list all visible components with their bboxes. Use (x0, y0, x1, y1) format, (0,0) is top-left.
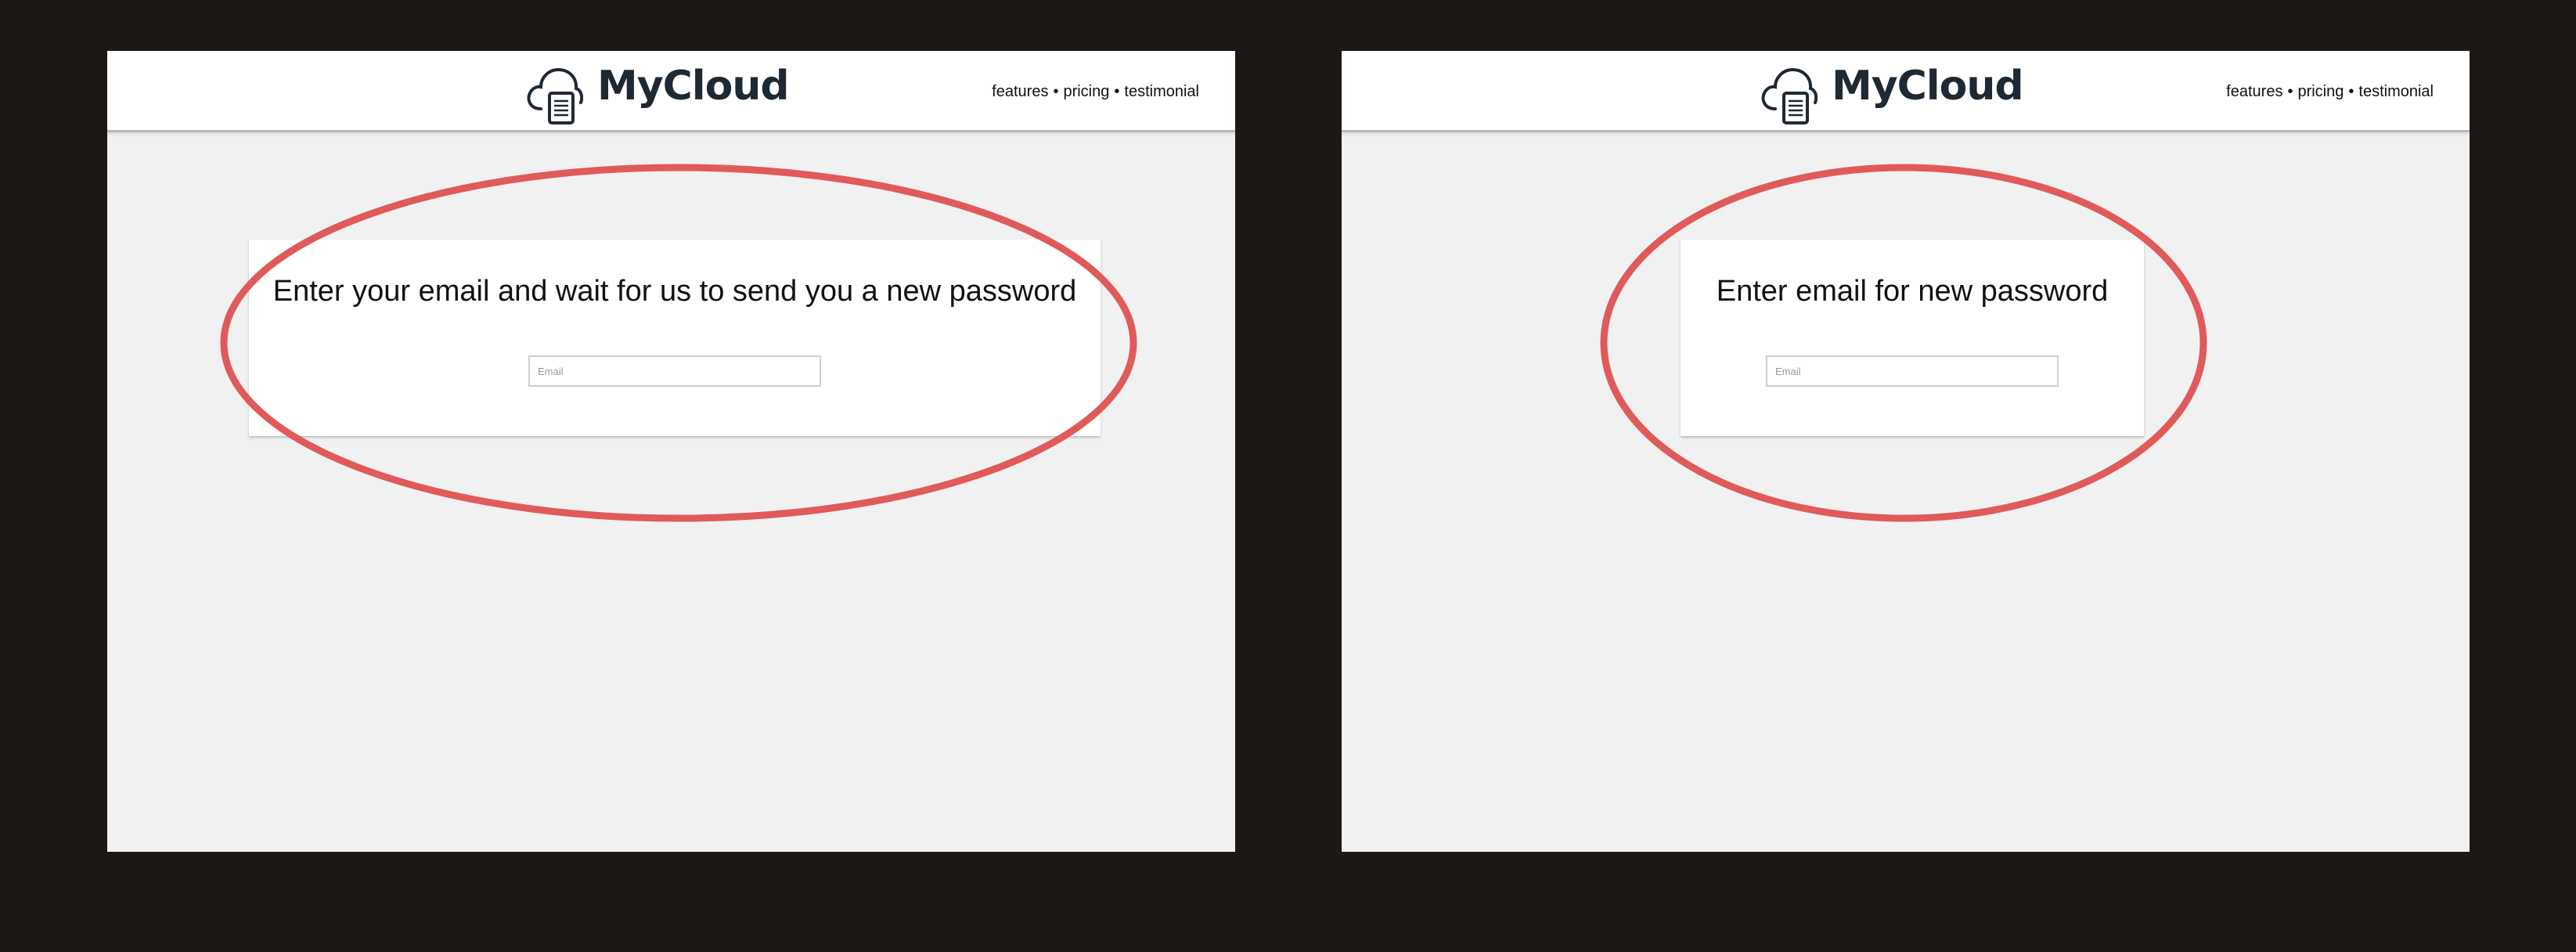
nav-link-testimonial[interactable]: testimonial (1124, 83, 1199, 101)
brand-name: MyCloud (597, 63, 790, 110)
reset-password-card: Enter your email and wait for us to send… (249, 240, 1101, 436)
nav-separator: • (1114, 83, 1120, 100)
site-header: MyCloud features • pricing • testimonial (1342, 51, 2470, 132)
nav-link-features[interactable]: features (992, 83, 1048, 101)
cloud-document-icon (527, 67, 583, 124)
email-input[interactable] (528, 355, 821, 387)
top-nav: features • pricing • testimonial (2226, 83, 2434, 101)
screen-left: MyCloud features • pricing • testimonial Ent… (107, 51, 1235, 852)
email-input[interactable] (1766, 355, 2059, 387)
reset-password-card: Enter email for new password (1681, 240, 2144, 436)
nav-separator: • (2287, 83, 2293, 100)
cloud-document-icon (1761, 67, 1818, 124)
screen-right: MyCloud features • pricing • testimonial Ent… (1342, 51, 2470, 852)
logo[interactable]: MyCloud (525, 63, 790, 124)
nav-link-features[interactable]: features (2226, 83, 2282, 101)
nav-link-testimonial[interactable]: testimonial (2358, 83, 2434, 101)
logo[interactable]: MyCloud (1760, 63, 2024, 124)
nav-link-pricing[interactable]: pricing (1063, 83, 1109, 101)
top-nav: features • pricing • testimonial (992, 83, 1199, 101)
card-title: Enter email for new password (1716, 275, 2109, 308)
nav-link-pricing[interactable]: pricing (2297, 83, 2344, 101)
card-title: Enter your email and wait for us to send… (272, 275, 1077, 308)
brand-name: MyCloud (1832, 63, 2024, 110)
nav-separator: • (1053, 83, 1059, 100)
site-header: MyCloud features • pricing • testimonial (107, 51, 1235, 132)
nav-separator: • (2348, 83, 2354, 100)
